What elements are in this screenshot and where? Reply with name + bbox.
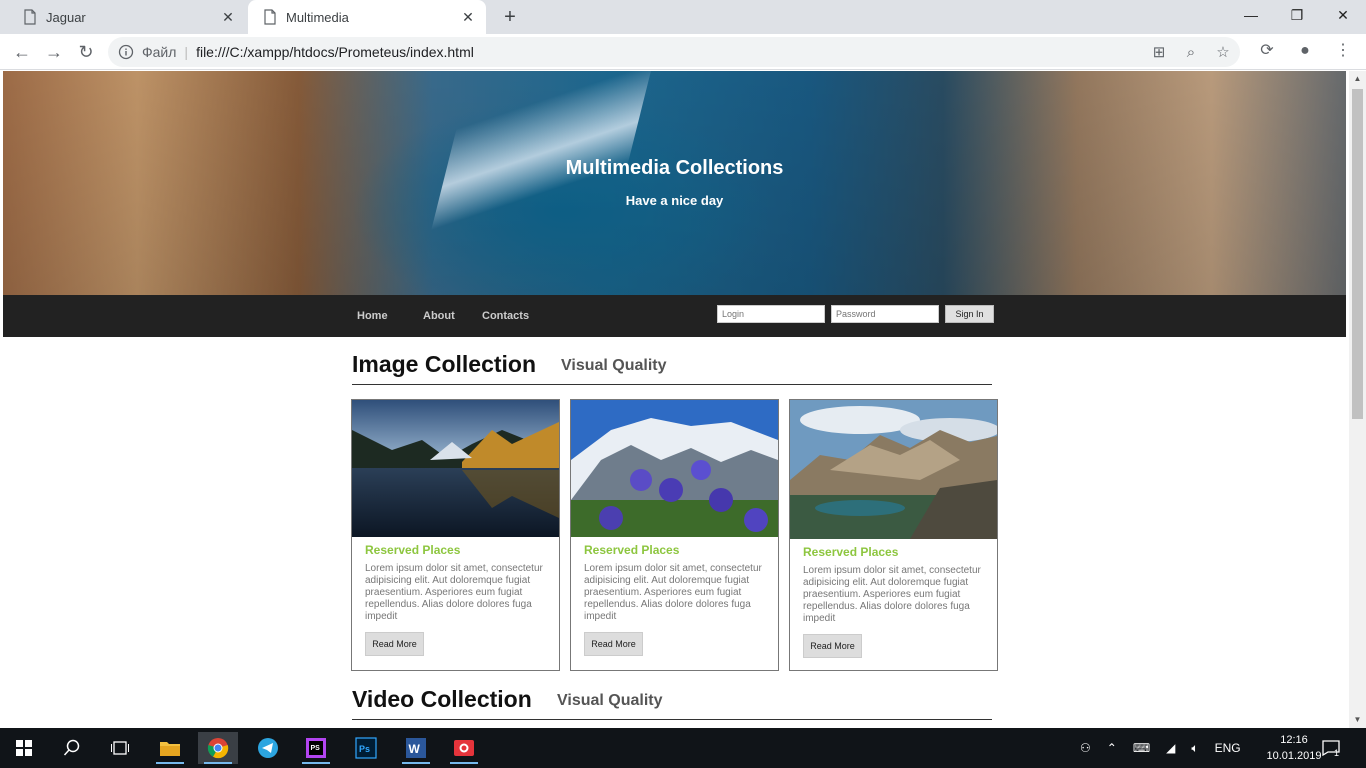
restore-icon[interactable]: ❐ (1274, 0, 1320, 30)
reload-icon[interactable]: ↻ (74, 40, 98, 64)
zoom-icon[interactable]: ⌕ (1182, 44, 1200, 61)
photoshop-icon[interactable]: Ps (346, 732, 386, 764)
svg-text:W: W (409, 742, 421, 756)
flowers-mountain-image (571, 400, 778, 537)
video-collection-title: Video Collection (352, 686, 532, 712)
translate-icon[interactable]: ⊞ (1150, 43, 1168, 61)
tab-title: Jaguar (46, 9, 86, 25)
task-view-icon[interactable] (100, 732, 140, 764)
close-window-icon[interactable]: ✕ (1320, 0, 1366, 30)
hero-subtitle: Have a nice day (625, 193, 724, 208)
svg-text:PS: PS (311, 745, 321, 752)
read-more-button[interactable]: Read More (584, 632, 643, 656)
card-text: Lorem ipsum dolor sit amet, consectetur … (584, 563, 762, 622)
browser-toolbar: ← → ↻ Файл | file:///C:/xampp/htdocs/Pro… (0, 34, 1366, 70)
volume-icon[interactable]: 🔈︎ (1191, 741, 1198, 756)
language-indicator[interactable]: ENG (1215, 741, 1241, 755)
url-text[interactable]: file:///C:/xampp/htdocs/Prometeus/index.… (196, 44, 474, 60)
clock[interactable]: 12:16 10.01.2019 (1264, 732, 1324, 764)
minimize-icon[interactable]: — (1228, 0, 1274, 30)
tab-jaguar[interactable]: Jaguar ✕ (8, 0, 246, 34)
svg-text:Ps: Ps (359, 744, 370, 754)
close-tab-icon[interactable]: ✕ (458, 9, 478, 26)
image-card: Reserved Places Lorem ipsum dolor sit am… (570, 399, 779, 671)
login-input[interactable] (717, 305, 825, 323)
phpstorm-icon[interactable]: PS (296, 732, 336, 764)
card-title: Reserved Places (365, 543, 461, 557)
keyboard-icon[interactable]: ⌨ (1133, 741, 1150, 755)
read-more-button[interactable]: Read More (365, 632, 424, 656)
notification-count: 1 (1334, 748, 1340, 758)
word-icon[interactable]: W (396, 732, 436, 764)
hero-image-river (415, 71, 651, 295)
image-collection-subtitle: Visual Quality (561, 357, 667, 374)
telegram-icon[interactable] (248, 732, 288, 764)
card-title: Reserved Places (584, 543, 680, 557)
address-bar-icons: ⊞ ⌕ ☆ (1150, 37, 1232, 67)
menu-dots-icon[interactable]: ⋮ (1332, 40, 1354, 62)
separator: | (184, 44, 189, 60)
scroll-thumb[interactable] (1352, 89, 1363, 419)
nav-contacts-link[interactable]: Contacts (482, 310, 529, 322)
clock-date: 10.01.2019 (1266, 750, 1322, 762)
video-collection-header: Video Collection Visual Quality (352, 676, 992, 720)
nav-about-link[interactable]: About (423, 310, 455, 322)
document-icon (24, 9, 36, 25)
system-tray: ⚇ ⌃ ⌨ ◢ 🔈︎ ENG (1080, 728, 1241, 768)
password-input[interactable] (831, 305, 939, 323)
card-text: Lorem ipsum dolor sit amet, consectetur … (365, 563, 543, 622)
tab-title: Multimedia (286, 9, 349, 25)
scheme-label: Файл (142, 44, 177, 60)
start-icon[interactable] (4, 732, 44, 764)
close-tab-icon[interactable]: ✕ (218, 9, 238, 26)
show-hidden-icons-chevron-icon[interactable]: ⌃ (1107, 741, 1117, 755)
profile-avatar-icon[interactable]: ● (1294, 40, 1316, 62)
bookmark-star-icon[interactable]: ☆ (1214, 43, 1232, 61)
page-viewport: Multimedia Collections Have a nice day H… (0, 71, 1349, 728)
sync-extension-icon[interactable]: ⟳ (1256, 40, 1278, 62)
document-icon (264, 9, 276, 25)
tab-bar: Jaguar ✕ Multimedia ✕ + — ❐ ✕ (0, 0, 1366, 34)
forward-arrow-icon[interactable]: → (42, 40, 66, 64)
page-scrollbar[interactable]: ▲ ▼ (1349, 71, 1366, 728)
window-controls: — ❐ ✕ (1228, 0, 1366, 30)
video-collection-subtitle: Visual Quality (557, 692, 663, 709)
back-arrow-icon[interactable]: ← (10, 40, 34, 64)
hero-banner: Multimedia Collections Have a nice day (3, 71, 1346, 295)
lake-mountains-image (352, 400, 559, 537)
card-image-mountain-lake[interactable] (790, 400, 997, 539)
image-card: Reserved Places Lorem ipsum dolor sit am… (351, 399, 560, 671)
scroll-down-arrow-icon[interactable]: ▼ (1349, 712, 1366, 728)
action-center-icon[interactable]: 1 (1322, 728, 1340, 768)
search-icon[interactable] (52, 732, 92, 764)
clock-time: 12:16 (1280, 734, 1308, 746)
address-bar[interactable]: Файл | file:///C:/xampp/htdocs/Prometeus… (108, 37, 1240, 67)
card-image-lake[interactable] (352, 400, 559, 537)
chrome-icon[interactable] (198, 732, 238, 764)
card-title: Reserved Places (803, 545, 899, 559)
sign-in-button[interactable]: Sign In (945, 305, 994, 323)
card-text: Lorem ipsum dolor sit amet, consectetur … (803, 565, 981, 624)
new-tab-plus-icon[interactable]: + (498, 5, 522, 29)
image-card: Reserved Places Lorem ipsum dolor sit am… (789, 399, 998, 671)
card-image-flowers[interactable] (571, 400, 778, 537)
scroll-up-arrow-icon[interactable]: ▲ (1349, 71, 1366, 87)
mountain-lake-image (790, 400, 997, 539)
windows-taskbar: PS Ps W ⚇ ⌃ ⌨ ◢ 🔈︎ ENG 12:16 10.01.2019 … (0, 728, 1366, 768)
tab-multimedia[interactable]: Multimedia ✕ (248, 0, 486, 34)
nav-home-link[interactable]: Home (357, 310, 388, 322)
hero-title: Multimedia Collections (565, 157, 784, 179)
image-collection-title: Image Collection (352, 351, 537, 377)
screenshot-app-icon[interactable] (444, 732, 484, 764)
image-collection-header: Image Collection Visual Quality (352, 341, 992, 385)
wifi-icon[interactable]: ◢ (1166, 741, 1175, 755)
read-more-button[interactable]: Read More (803, 634, 862, 658)
people-icon[interactable]: ⚇ (1080, 741, 1091, 755)
file-explorer-icon[interactable] (150, 732, 190, 764)
site-navbar: Home About Contacts Sign In (3, 295, 1346, 337)
toolbar-right-icons: ⟳ ● ⋮ (1256, 40, 1366, 62)
info-icon[interactable] (118, 44, 134, 60)
